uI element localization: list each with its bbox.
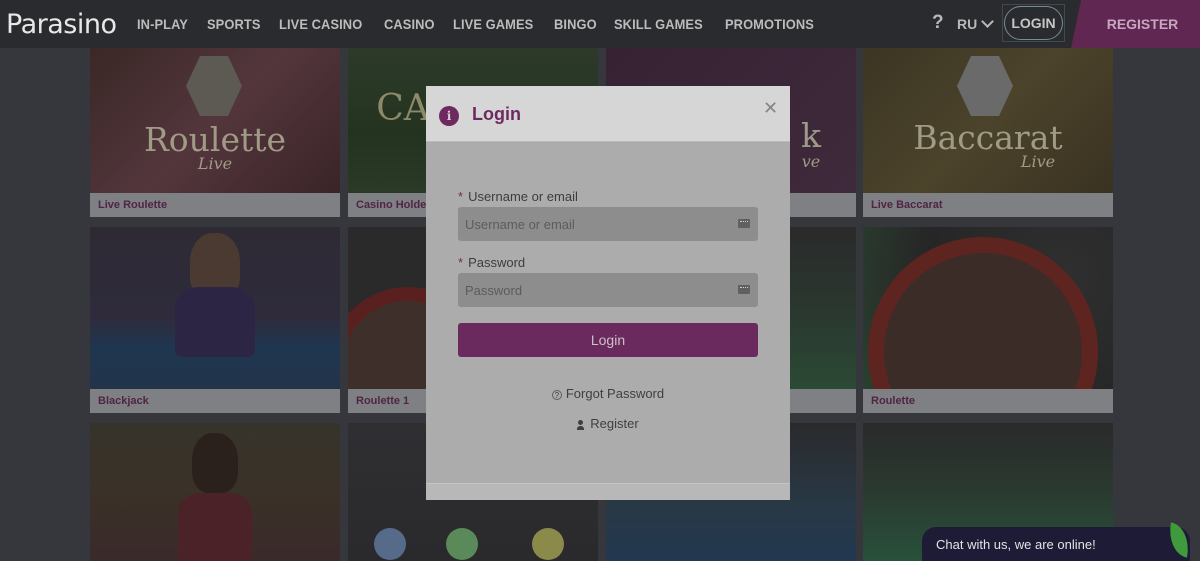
game-caption: Live Roulette <box>90 193 340 217</box>
language-selector[interactable]: RU <box>957 15 995 32</box>
game-caption: Roulette <box>863 389 1113 413</box>
header-register-button[interactable]: REGISTER <box>1071 0 1200 48</box>
modal-body: * Username or email Username or email * Pa… <box>426 143 790 483</box>
password-label-text: Password <box>468 255 526 270</box>
game-tile-live-roulette[interactable]: Roulette Live Live Roulette <box>90 48 340 217</box>
login-submit-button[interactable]: Login <box>458 323 758 357</box>
nav-bingo[interactable]: BINGO <box>554 16 597 32</box>
close-icon[interactable]: ✕ <box>763 98 778 119</box>
game-image: Roulette Live <box>90 48 340 193</box>
game-image: Baccarat Live <box>863 48 1113 193</box>
game-tile-roulette[interactable]: Roulette <box>863 227 1113 413</box>
bingo-ball <box>532 528 564 560</box>
game-image <box>90 423 340 561</box>
user-icon <box>577 419 585 430</box>
password-placeholder: Password <box>465 282 523 298</box>
game-caption: Live Baccarat <box>863 193 1113 217</box>
nav-skill-games[interactable]: SKILL GAMES <box>614 16 703 32</box>
password-label: * Password <box>458 255 525 270</box>
nav-live-casino[interactable]: LIVE CASINO <box>279 16 362 32</box>
modal-title: Login <box>472 104 521 124</box>
nav-promotions[interactable]: PROMOTIONS <box>725 16 814 32</box>
forgot-password-label: Forgot Password <box>565 386 665 401</box>
game-image <box>863 227 1113 413</box>
register-link-label: Register <box>590 416 639 431</box>
modal-header: i Login ✕ <box>426 86 790 142</box>
dealer-body <box>178 493 252 561</box>
required-marker: * <box>458 189 464 204</box>
modal-footer <box>426 483 790 500</box>
language-label: RU <box>957 16 978 32</box>
main-nav: IN-PLAY SPORTS LIVE CASINO CASINO LIVE G… <box>137 16 835 32</box>
bingo-ball <box>374 528 406 560</box>
username-field[interactable]: Username or email <box>458 207 758 241</box>
password-field[interactable]: Password <box>458 273 758 307</box>
keyboard-icon[interactable] <box>738 285 750 294</box>
game-tile-row3-1[interactable] <box>90 423 340 561</box>
required-marker: * <box>458 255 464 270</box>
game-tile-blackjack[interactable]: Blackjack <box>90 227 340 413</box>
roulette-wheel <box>868 237 1098 413</box>
game-image <box>90 227 340 389</box>
username-placeholder: Username or email <box>465 216 575 232</box>
nav-in-play[interactable]: IN-PLAY <box>137 16 188 32</box>
chevron-down-icon <box>981 15 995 28</box>
dealer-figure <box>192 433 238 493</box>
game-art-subtitle: Live <box>1020 152 1056 171</box>
register-link[interactable]: Register <box>426 416 790 431</box>
forgot-password-link[interactable]: ? Forgot Password <box>426 386 790 401</box>
game-tile-live-baccarat[interactable]: Baccarat Live Live Baccarat <box>863 48 1113 217</box>
chat-widget[interactable]: Chat with us, we are online! <box>922 527 1190 561</box>
username-label-text: Username or email <box>468 189 578 204</box>
header-login-button[interactable]: LOGIN <box>1004 6 1063 40</box>
nav-live-games[interactable]: LIVE GAMES <box>453 16 533 32</box>
game-caption: Blackjack <box>90 389 340 413</box>
nav-sports[interactable]: SPORTS <box>207 16 261 32</box>
username-label: * Username or email <box>458 189 578 204</box>
game-art-subtitle: Live <box>197 154 233 173</box>
site-logo[interactable]: Parasino <box>6 9 117 40</box>
baccarat-emblem-icon <box>957 56 1013 116</box>
info-icon: i <box>439 106 459 126</box>
bingo-ball <box>446 528 478 560</box>
dealer-body <box>175 287 255 357</box>
nav-casino[interactable]: CASINO <box>384 16 435 32</box>
roulette-emblem-icon <box>186 56 242 116</box>
top-header: Parasino IN-PLAY SPORTS LIVE CASINO CASI… <box>0 0 1200 48</box>
keyboard-icon[interactable] <box>738 219 750 228</box>
question-icon: ? <box>551 389 562 400</box>
chat-label: Chat with us, we are online! <box>936 536 1096 552</box>
login-modal: i Login ✕ * Username or email Username or… <box>426 86 790 500</box>
help-icon[interactable]: ? <box>932 12 944 34</box>
